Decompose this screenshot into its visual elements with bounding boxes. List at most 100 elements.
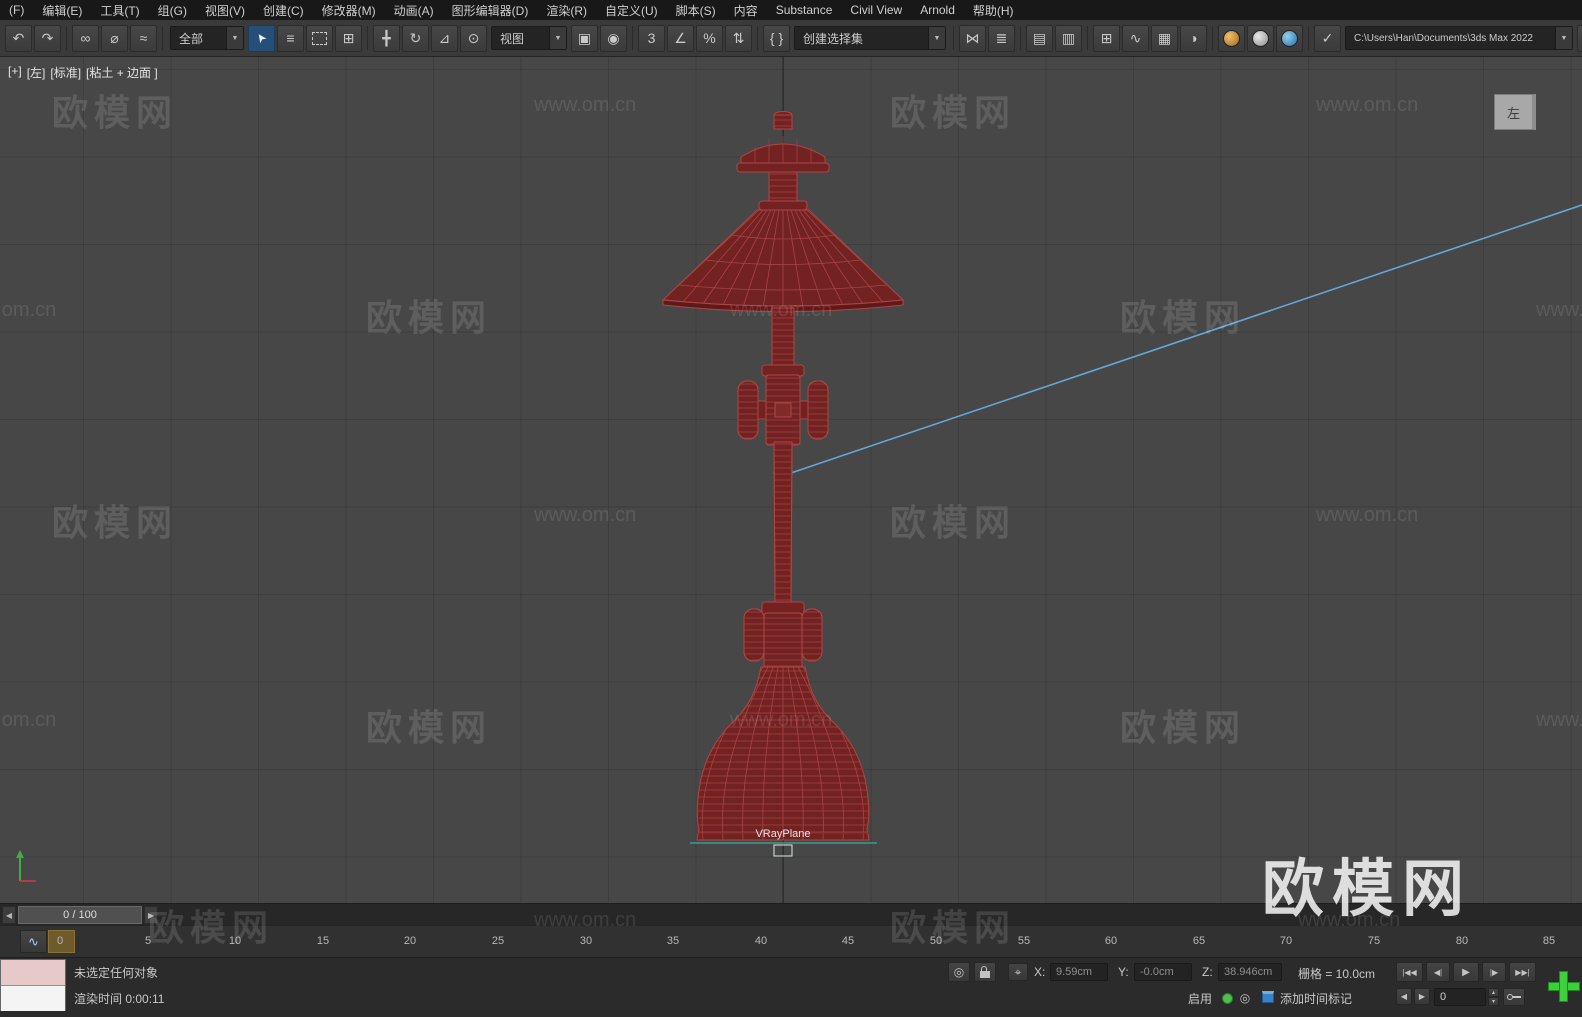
key-mode-toggle-icon[interactable]: [1503, 988, 1525, 1006]
toolbar-separator: [1087, 26, 1088, 50]
listener-script-row[interactable]: [1, 986, 65, 1011]
window-crossing-button[interactable]: ⊞: [335, 25, 362, 52]
layer-explorer-button[interactable]: ▥: [1055, 25, 1082, 52]
padlock-icon: [980, 971, 990, 978]
viewport-menu-shading[interactable]: [粘土 + 边面 ]: [86, 64, 158, 81]
viewport-left[interactable]: VRayPlane [+] [左] [标准] [粘土 + 边面 ] 左: [0, 57, 1582, 903]
select-and-move-button[interactable]: ╋: [373, 25, 400, 52]
toolbar-separator: [162, 26, 163, 50]
go-to-start-icon[interactable]: |◀◀: [1396, 962, 1423, 982]
selection-filter-dropdown[interactable]: 全部 ▼: [170, 26, 244, 50]
schematic-view-button[interactable]: ▦: [1151, 25, 1178, 52]
snap-toggle-3d-button[interactable]: 3: [638, 25, 665, 52]
main-toolbar: ↶ ↷ ∞ ⌀ ≈ 全部 ▼ ➤ ≡ ⊞ ╋ ↻ ⊿ ⊙ 视图 ▼ ▣ ◉ 3 …: [0, 20, 1582, 57]
ruler-tick: 10: [229, 935, 241, 947]
rendered-frame-window-button[interactable]: [1247, 25, 1274, 52]
selection-lock-icon[interactable]: [974, 962, 996, 982]
ruler-tick: 5: [145, 935, 151, 947]
project-check-icon[interactable]: ✓: [1314, 25, 1341, 52]
bind-to-space-warp-icon[interactable]: ≈: [130, 25, 157, 52]
menu-item-customize[interactable]: 自定义(U): [596, 2, 667, 19]
menu-item-tools[interactable]: 工具(T): [91, 2, 148, 19]
previous-frame-icon[interactable]: ◀|: [1426, 962, 1450, 982]
viewport-menu-pov[interactable]: [左]: [27, 64, 46, 81]
z-coordinate-field[interactable]: 38.946cm: [1218, 963, 1282, 981]
material-editor-button[interactable]: ◑: [1180, 25, 1207, 52]
menu-item-graph-editors[interactable]: 图形编辑器(D): [443, 2, 538, 19]
project-folder-dropdown[interactable]: C:\Users\Han\Documents\3ds Max 2022 ▼: [1345, 26, 1573, 50]
next-frame-icon[interactable]: |▶: [1482, 962, 1506, 982]
x-coordinate-field[interactable]: 9.59cm: [1050, 963, 1108, 981]
select-and-scale-button[interactable]: ⊿: [431, 25, 458, 52]
time-slider-prev-icon[interactable]: ◀: [2, 906, 16, 924]
menu-item-create[interactable]: 创建(C): [254, 2, 313, 19]
frame-back-icon[interactable]: ◀: [1396, 988, 1412, 1005]
frame-spinner-down-icon[interactable]: ▾: [1488, 997, 1499, 1006]
current-frame-field[interactable]: 0: [1434, 988, 1486, 1006]
viewport-menu-renderer[interactable]: [标准]: [50, 64, 81, 81]
scene-explorer-button[interactable]: ▤: [1026, 25, 1053, 52]
curve-editor-button[interactable]: ∿: [1122, 25, 1149, 52]
spinner-snap-button[interactable]: ⇅: [725, 25, 752, 52]
select-and-link-icon[interactable]: ∞: [72, 25, 99, 52]
record-toggle-icon[interactable]: ◎: [1236, 989, 1254, 1006]
status-prompt: 未选定任何对象: [74, 964, 158, 981]
enable-status-dot[interactable]: [1222, 993, 1233, 1004]
menu-item-group[interactable]: 组(G): [149, 2, 196, 19]
frame-spinner-up-icon[interactable]: ▴: [1488, 988, 1499, 997]
undo-icon[interactable]: ↶: [5, 25, 32, 52]
time-slider-next-icon[interactable]: ▶: [144, 906, 158, 924]
isolate-selection-icon[interactable]: ◎: [948, 962, 970, 982]
ruler-tick: 20: [404, 935, 416, 947]
menu-item-file[interactable]: (F): [0, 3, 33, 17]
align-button[interactable]: ≣: [988, 25, 1015, 52]
coord-system-value: 视图: [492, 30, 549, 47]
add-time-tag[interactable]: 添加时间标记: [1280, 990, 1352, 1007]
go-to-end-icon[interactable]: ▶▶|: [1509, 962, 1536, 982]
render-production-button[interactable]: [1276, 25, 1303, 52]
select-and-manipulate-button[interactable]: ◉: [600, 25, 627, 52]
menu-item-animation[interactable]: 动画(A): [385, 2, 443, 19]
listener-macro-row[interactable]: [1, 960, 65, 986]
y-coordinate-field[interactable]: -0.0cm: [1134, 963, 1192, 981]
angle-snap-button[interactable]: ∠: [667, 25, 694, 52]
menu-item-views[interactable]: 视图(V): [196, 2, 254, 19]
menu-item-scripting[interactable]: 脚本(S): [667, 2, 725, 19]
coord-system-dropdown[interactable]: 视图 ▼: [491, 26, 567, 50]
select-and-rotate-button[interactable]: ↻: [402, 25, 429, 52]
play-animation-icon[interactable]: ▶: [1453, 962, 1479, 982]
named-selection-sets-dropdown[interactable]: 创建选择集 ▼: [794, 26, 946, 50]
edit-named-sets-button[interactable]: { }: [763, 25, 790, 52]
menu-item-rendering[interactable]: 渲染(R): [537, 2, 596, 19]
render-time-text: 渲染时间 0:00:11: [74, 990, 164, 1007]
mirror-button[interactable]: ⋈: [959, 25, 986, 52]
mini-curve-editor-icon[interactable]: ∿: [20, 930, 47, 953]
time-slider-thumb[interactable]: 0 / 100: [18, 906, 142, 924]
absolute-offset-toggle-icon[interactable]: ⌖: [1008, 963, 1028, 981]
select-and-place-button[interactable]: ⊙: [460, 25, 487, 52]
menu-item-content[interactable]: 内容: [725, 2, 767, 19]
viewport-menu-general[interactable]: [+]: [8, 64, 22, 81]
track-bar[interactable]: ∿ 0 5 10 15 20 25 30 35 40 45 50 55 60 6…: [0, 925, 1582, 958]
menu-item-substance[interactable]: Substance: [767, 3, 842, 17]
ribbon-toggle-button[interactable]: ⊞: [1093, 25, 1120, 52]
time-slider-track[interactable]: ◀ 0 / 100 ▶: [0, 903, 1582, 926]
maxscript-mini-listener[interactable]: [0, 959, 66, 1011]
add-keyframe-button[interactable]: [1545, 960, 1581, 1010]
select-by-name-button[interactable]: ≡: [277, 25, 304, 52]
percent-snap-button[interactable]: %: [696, 25, 723, 52]
use-pivot-center-button[interactable]: ▣: [571, 25, 598, 52]
menu-item-civil-view[interactable]: Civil View: [841, 3, 911, 17]
menu-item-arnold[interactable]: Arnold: [911, 3, 964, 17]
menu-item-modifiers[interactable]: 修改器(M): [313, 2, 385, 19]
render-setup-button[interactable]: [1218, 25, 1245, 52]
frame-forward-icon[interactable]: ▶: [1414, 988, 1430, 1005]
redo-icon[interactable]: ↷: [34, 25, 61, 52]
selection-region-button[interactable]: [306, 25, 333, 52]
unlink-selection-icon[interactable]: ⌀: [101, 25, 128, 52]
select-object-button[interactable]: ➤: [248, 25, 275, 52]
view-cube[interactable]: 左: [1494, 94, 1536, 130]
menu-item-edit[interactable]: 编辑(E): [33, 2, 91, 19]
workspace-button[interactable]: [1577, 25, 1582, 52]
menu-item-help[interactable]: 帮助(H): [964, 2, 1023, 19]
